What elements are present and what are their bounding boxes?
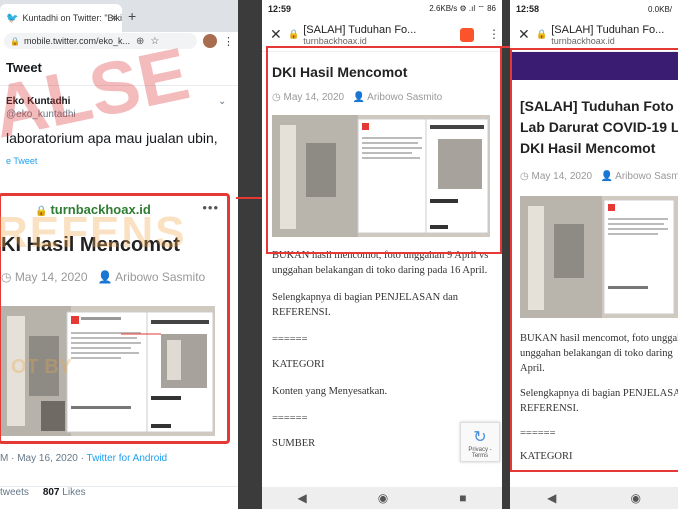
mobile-browser-panel-2: 12:58 0.0KB/ ✕ 🔒 [SALAH] Tuduhan Fo... t…: [510, 0, 678, 509]
retweets-label: tweets: [0, 487, 29, 498]
kategori-heading: KATEGORI: [272, 359, 325, 370]
android-navbar: ◀ ◉ ■: [262, 487, 502, 509]
lock-icon: 🔒: [536, 29, 548, 39]
close-icon[interactable]: ✕: [270, 26, 288, 43]
menu-dots-icon[interactable]: ⋮: [223, 35, 234, 48]
kategori-value: Konten yang Menyesatkan.: [272, 386, 388, 397]
highlight-box: [266, 46, 502, 254]
status-icons: 0.0KB/: [647, 4, 672, 14]
status-icons: 2.6KB/s ⚙ .ıl ⌔ 86: [429, 4, 496, 13]
status-bar: 12:59 2.6KB/s ⚙ .ıl ⌔ 86: [262, 0, 502, 18]
browser-tab[interactable]: 🐦 Kuntadhi on Twitter: "Bikin ✕: [0, 4, 122, 32]
twitter-bird-icon: 🐦: [6, 12, 19, 24]
recents-icon[interactable]: ■: [459, 491, 466, 505]
back-icon[interactable]: ◀: [547, 491, 556, 505]
watermark-large: REFENS: [0, 208, 187, 257]
sumber-heading: SUMBER: [272, 438, 316, 449]
close-icon[interactable]: ✕: [518, 26, 536, 43]
mobile-page-title: [SALAH] Tuduhan Fo...: [303, 23, 417, 36]
mobile-page-domain: turnbackhoax.id: [551, 35, 615, 46]
separator-2: ======: [272, 413, 308, 424]
mobile-page-domain: turnbackhoax.id: [303, 35, 367, 46]
browser-tabbar: 🐦 Kuntadhi on Twitter: "Bikin ✕ +: [0, 0, 238, 32]
recaptcha-badge[interactable]: ↻ Privacy - Terms: [460, 422, 500, 462]
watermark: OT BY: [11, 356, 73, 378]
back-icon[interactable]: ◀: [298, 491, 307, 505]
tweet-date: M · May 16, 2020 · Twitter for Android: [0, 453, 168, 464]
page-info[interactable]: [SALAH] Tuduhan Fo... turnbackhoax.id: [551, 24, 664, 46]
mobile-page-title: [SALAH] Tuduhan Fo...: [551, 23, 665, 36]
page-info[interactable]: [SALAH] Tuduhan Fo... turnbackhoax.id: [303, 24, 416, 46]
translate-link[interactable]: e Tweet: [6, 156, 232, 166]
android-navbar: ◀ ◉: [510, 487, 678, 509]
brave-icon[interactable]: [460, 28, 474, 42]
tweet-source[interactable]: Twitter for Android: [87, 453, 168, 464]
tweet-stats: tweets 807 Likes: [0, 486, 238, 498]
home-icon[interactable]: ◉: [630, 491, 640, 505]
tab-title: Kuntadhi on Twitter: "Bikin: [22, 13, 122, 23]
chevron-down-icon[interactable]: ⌄: [218, 96, 226, 107]
lock-icon: 🔒: [10, 36, 20, 46]
recaptcha-icon: ↻: [473, 429, 487, 446]
likes-count: 807: [42, 487, 60, 498]
status-time: 12:58: [516, 4, 540, 14]
article-para-2: Selengkapnya di bagian PENJELASAN dan RE…: [272, 292, 459, 318]
highlight-box: [510, 48, 678, 472]
mobile-browser-panel-1: 12:59 2.6KB/s ⚙ .ıl ⌔ 86 ✕ 🔒 [SALAH] Tud…: [262, 0, 502, 509]
calendar-icon: ◷: [1, 270, 15, 284]
new-tab-button[interactable]: +: [128, 8, 136, 24]
user-icon: 👤: [97, 270, 116, 284]
more-icon[interactable]: •••: [202, 200, 219, 215]
separator: ======: [272, 334, 308, 345]
profile-avatar[interactable]: [203, 34, 217, 48]
home-icon[interactable]: ◉: [378, 491, 388, 505]
menu-dots-icon[interactable]: ⋮: [488, 27, 500, 41]
status-bar: 12:58 0.0KB/: [510, 0, 678, 18]
tab-close-icon[interactable]: ✕: [110, 13, 118, 24]
lock-icon: 🔒: [288, 29, 300, 39]
card-meta: ◷ May 14, 2020 👤 Aribowo Sasmito: [1, 270, 206, 284]
likes-label: Likes: [62, 487, 86, 498]
mobile-toolbar: ✕ 🔒 [SALAH] Tuduhan Fo... turnbackhoax.i…: [510, 18, 678, 52]
status-time: 12:59: [268, 4, 292, 14]
twitter-browser-panel: 🐦 Kuntadhi on Twitter: "Bikin ✕ + 🔒 mobi…: [0, 0, 238, 509]
